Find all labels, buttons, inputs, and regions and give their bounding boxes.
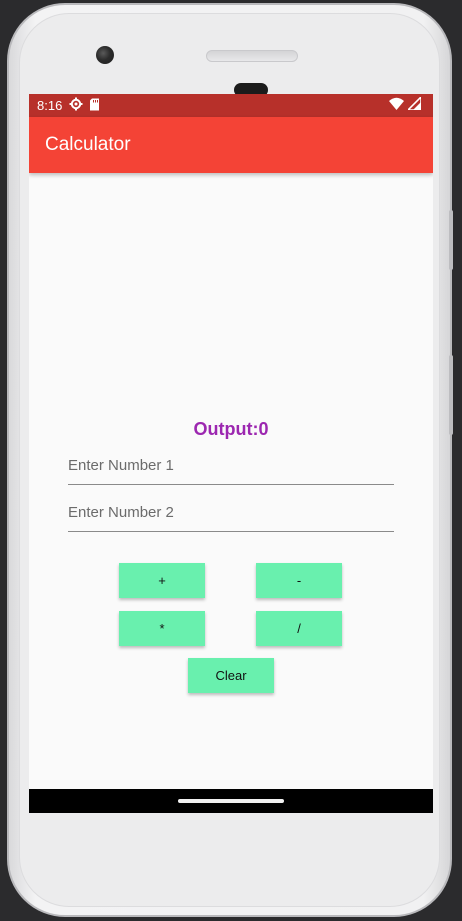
sd-card-icon [89, 98, 100, 114]
power-button [449, 355, 453, 435]
app-title: Calculator [45, 134, 131, 155]
navigation-bar [29, 789, 433, 813]
earpiece-speaker [206, 50, 298, 62]
settings-icon [69, 97, 83, 114]
app-bar: Calculator [29, 117, 433, 173]
status-time: 8:16 [37, 98, 63, 113]
add-button[interactable]: + [119, 563, 205, 598]
device-screen: 8:16 Calculator Output:0 Enter Number 1 … [29, 94, 433, 813]
front-camera [96, 46, 114, 64]
clear-button[interactable]: Clear [188, 658, 274, 693]
status-icons-left [69, 97, 100, 114]
wifi-icon [389, 97, 404, 113]
status-icons-right [389, 95, 422, 113]
number1-input[interactable] [68, 457, 394, 485]
divide-button[interactable]: / [256, 611, 342, 646]
status-bar: 8:16 [29, 94, 433, 117]
output-label: Output:0 [193, 419, 269, 439]
subtract-button[interactable]: - [256, 563, 342, 598]
signal-icon [406, 95, 422, 113]
main-content: Output:0 + - * / Clear [29, 173, 433, 789]
number2-input[interactable] [68, 504, 394, 532]
home-gesture-pill[interactable] [178, 799, 284, 803]
volume-button [449, 210, 453, 270]
multiply-button[interactable]: * [119, 611, 205, 646]
